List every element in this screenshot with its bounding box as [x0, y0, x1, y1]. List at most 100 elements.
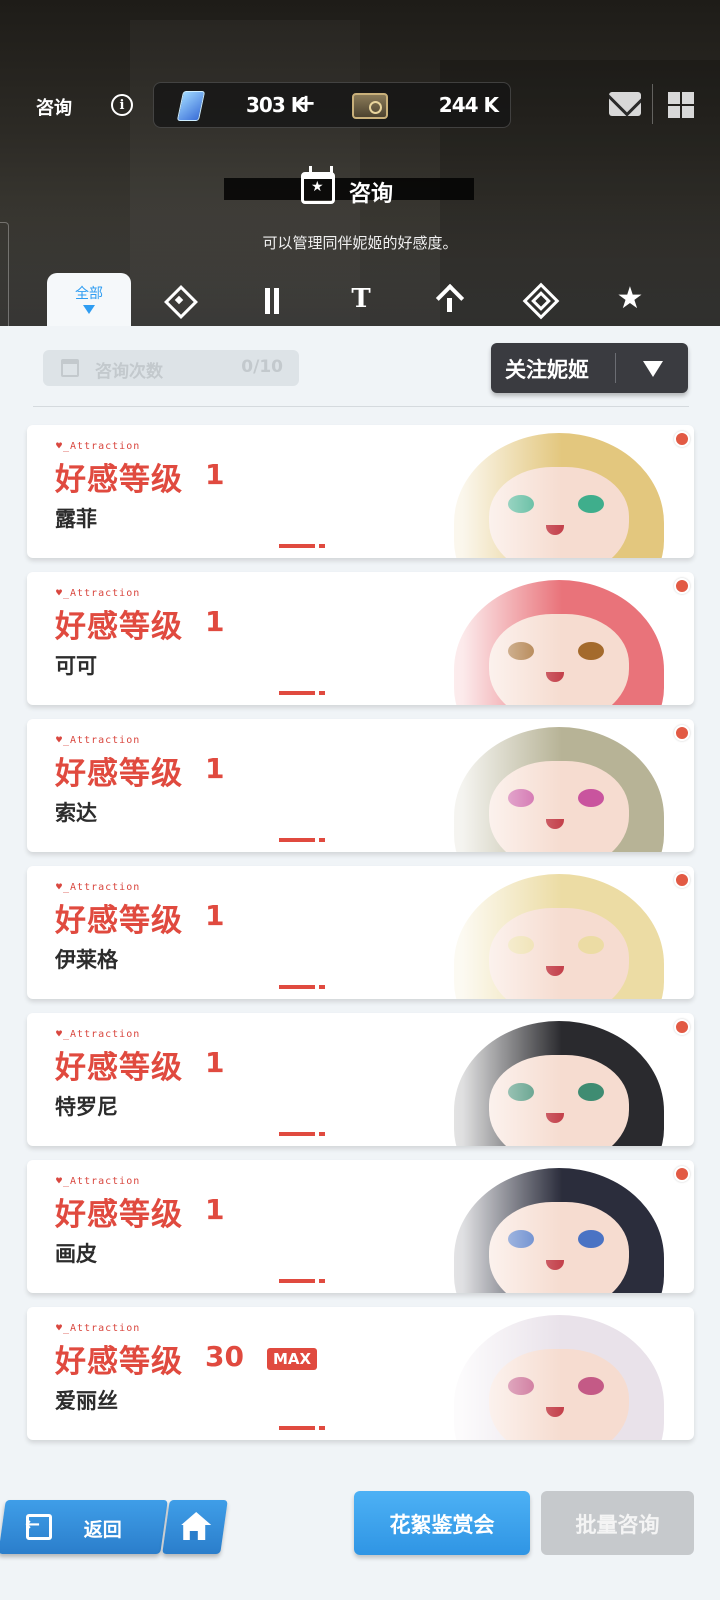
nikke-portrait	[364, 425, 694, 558]
portrait-fade	[364, 719, 694, 852]
tab-diamond-icon[interactable]	[163, 284, 195, 316]
card-decoration	[279, 1426, 325, 1430]
attraction-tag: ♥_Attraction	[56, 735, 141, 746]
gallery-button-label: 花絮鉴赏会	[389, 1513, 495, 1537]
nikke-name: 可可	[55, 654, 97, 678]
affection-level-value: 1	[205, 899, 225, 932]
consult-count-value: 0/10	[241, 357, 283, 377]
nikke-name: 爱丽丝	[55, 1389, 118, 1413]
attraction-tag: ♥_Attraction	[56, 1176, 141, 1187]
follow-nikke-dropdown[interactable]: 关注妮姬	[491, 343, 688, 393]
gem-add-button[interactable]: +	[296, 89, 316, 117]
back-button-label: 返回	[83, 1519, 122, 1541]
back-button[interactable]: 返回	[0, 1500, 168, 1554]
portrait-fade	[364, 572, 694, 705]
consult-count-label: 咨询次数	[95, 362, 163, 382]
notification-dot	[674, 578, 690, 594]
follow-dropdown-label: 关注妮姬	[505, 358, 589, 382]
affection-level-value: 1	[205, 458, 225, 491]
section-subtitle: 可以管理同伴妮姬的好感度。	[262, 234, 458, 252]
header-banner: 咨询 i 303 K + 244 K 咨询 可以管理同伴妮姬的好感度。 全部 T…	[0, 0, 720, 326]
triangle-down-icon	[643, 361, 663, 377]
tab-star-icon[interactable]: ★	[614, 284, 646, 316]
affection-level-label: 好感等级	[55, 903, 183, 939]
nikke-card[interactable]: ♥_Attraction 好感等级 1 画皮	[27, 1160, 694, 1293]
affection-level-label: 好感等级	[55, 462, 183, 498]
credit-icon	[352, 93, 388, 119]
nikke-portrait	[364, 719, 694, 852]
portrait-fade	[364, 1307, 694, 1440]
nikke-name: 露菲	[55, 507, 97, 531]
nikke-card[interactable]: ♥_Attraction 好感等级 30 MAX 爱丽丝	[27, 1307, 694, 1440]
portrait-fade	[364, 1160, 694, 1293]
affection-level-label: 好感等级	[55, 756, 183, 792]
notification-dot	[674, 725, 690, 741]
card-decoration	[279, 544, 325, 548]
nikke-name: 画皮	[55, 1242, 97, 1266]
affection-level-label: 好感等级	[55, 1197, 183, 1233]
gem-icon	[176, 91, 206, 121]
gallery-button[interactable]: 花絮鉴赏会	[354, 1491, 530, 1555]
currency-bar: 303 K + 244 K	[153, 82, 511, 128]
nikke-name: 索达	[55, 801, 97, 825]
affection-level-label: 好感等级	[55, 609, 183, 645]
chevron-down-icon	[83, 305, 95, 314]
portrait-fade	[364, 866, 694, 999]
nikke-portrait	[364, 1013, 694, 1146]
nikke-card[interactable]: ♥_Attraction 好感等级 1 伊莱格	[27, 866, 694, 999]
nikke-portrait	[364, 1160, 694, 1293]
batch-consult-button[interactable]: 批量咨询	[541, 1491, 694, 1555]
tab-arrow-up-icon[interactable]	[434, 284, 466, 316]
portrait-fade	[364, 425, 694, 558]
menu-grid-icon[interactable]	[668, 92, 694, 118]
consult-count-box: 咨询次数 0/10	[43, 350, 299, 386]
dropdown-separator	[615, 353, 616, 383]
max-badge: MAX	[267, 1348, 318, 1370]
toolbar-divider	[33, 406, 689, 407]
calendar-small-icon	[61, 359, 79, 377]
nikke-card[interactable]: ♥_Attraction 好感等级 1 露菲	[27, 425, 694, 558]
home-icon	[181, 1512, 212, 1525]
affection-level-value: 1	[205, 605, 225, 638]
calendar-icon	[301, 166, 335, 204]
tab-all[interactable]: 全部	[47, 273, 131, 326]
tab-nested-diamond-icon[interactable]	[524, 284, 556, 316]
attraction-tag: ♥_Attraction	[56, 441, 141, 452]
notification-dot	[674, 872, 690, 888]
page-title: 咨询	[36, 98, 72, 119]
tab-all-label: 全部	[75, 286, 103, 302]
attraction-tag: ♥_Attraction	[56, 1323, 141, 1334]
credit-amount: 244 K	[438, 93, 499, 117]
nikke-card[interactable]: ♥_Attraction 好感等级 1 索达	[27, 719, 694, 852]
exit-icon	[26, 1514, 52, 1540]
portrait-fade	[364, 1013, 694, 1146]
nikke-card[interactable]: ♥_Attraction 好感等级 1 可可	[27, 572, 694, 705]
nikke-name: 特罗尼	[55, 1095, 118, 1119]
batch-consult-label: 批量咨询	[575, 1513, 660, 1537]
section-title: 咨询	[349, 182, 394, 207]
nikke-portrait	[364, 866, 694, 999]
card-decoration	[279, 838, 325, 842]
notification-dot	[674, 431, 690, 447]
info-icon[interactable]: i	[111, 94, 133, 116]
mail-icon[interactable]	[609, 92, 641, 116]
card-decoration	[279, 985, 325, 989]
header-divider	[652, 84, 653, 124]
attraction-tag: ♥_Attraction	[56, 882, 141, 893]
nikke-portrait	[364, 1307, 694, 1440]
attraction-tag: ♥_Attraction	[56, 588, 141, 599]
nikke-portrait	[364, 572, 694, 705]
card-decoration	[279, 691, 325, 695]
home-button[interactable]	[162, 1500, 228, 1554]
attraction-tag: ♥_Attraction	[56, 1029, 141, 1040]
tab-twin-bar-icon[interactable]	[257, 284, 289, 316]
tab-t-icon[interactable]: T	[345, 284, 377, 316]
affection-level-value: 1	[205, 1193, 225, 1226]
nikke-card[interactable]: ♥_Attraction 好感等级 1 特罗尼	[27, 1013, 694, 1146]
affection-level-value: 30	[205, 1340, 244, 1373]
affection-level-value: 1	[205, 1046, 225, 1079]
notification-dot	[674, 1166, 690, 1182]
nikke-name: 伊莱格	[55, 948, 118, 972]
card-decoration	[279, 1279, 325, 1283]
affection-level-value: 1	[205, 752, 225, 785]
